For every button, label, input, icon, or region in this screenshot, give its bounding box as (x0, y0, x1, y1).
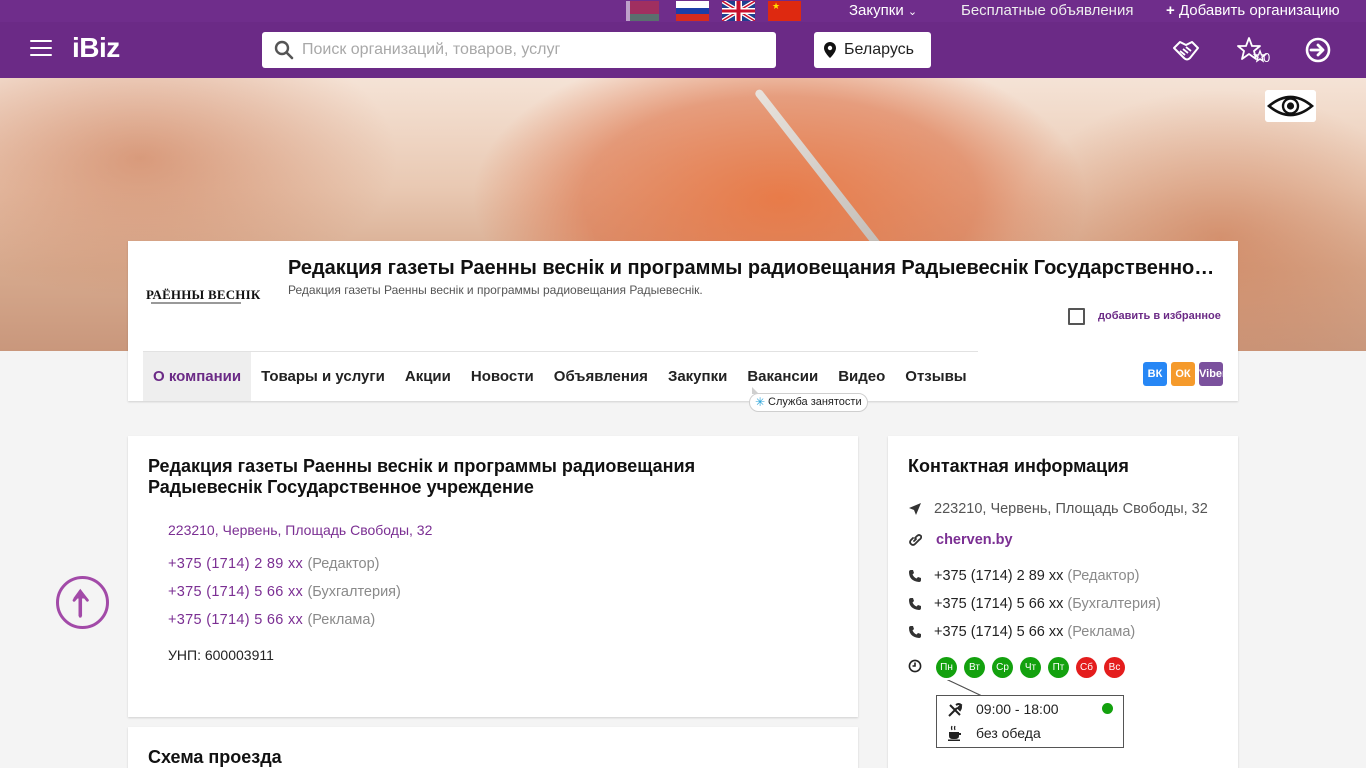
phone-note: (Редактор) (307, 556, 380, 572)
phone-note: (Реклама) (307, 612, 376, 628)
flag-gb-icon[interactable] (722, 1, 755, 21)
phone-number[interactable]: +375 (1714) 5 66 xx (934, 596, 1063, 612)
open-status-indicator (1102, 703, 1113, 714)
tab-about[interactable]: О компании (143, 352, 252, 401)
day-badge[interactable]: Чт (1020, 657, 1041, 678)
coffee-icon (948, 725, 961, 741)
ok-share-icon[interactable]: ОК (1171, 362, 1195, 386)
contact-address-text: 223210, Червень, Площадь Свободы, 32 (934, 501, 1208, 517)
website-link[interactable]: cherven.by (936, 530, 1013, 550)
phone-note: (Бухгалтерия) (1067, 596, 1161, 612)
work-hours: 09:00 - 18:00 (976, 701, 1059, 717)
day-badge[interactable]: Вс (1104, 657, 1125, 678)
phone-link[interactable]: +375 (1714) 5 66 xx (Бухгалтерия) (168, 584, 401, 600)
link-icon (909, 534, 922, 546)
handshake-icon[interactable] (1171, 36, 1201, 66)
favorites-count: 0 (1263, 50, 1271, 65)
day-badge[interactable]: Вт (964, 657, 985, 678)
phone-number[interactable]: +375 (1714) 5 66 xx (168, 612, 303, 628)
route-map-panel: Схема проезда (128, 727, 858, 768)
search-box (262, 32, 776, 68)
chevron-down-icon: ⌄ (907, 6, 918, 18)
phone-icon (909, 598, 921, 610)
add-organization-label: Добавить организацию (1178, 2, 1340, 19)
sparkle-icon: ✳ (755, 395, 766, 409)
working-days: Пн Вт Ср Чт Пт Сб Вс (936, 657, 1132, 678)
company-info-panel: Редакция газеты Раенны веснік и программ… (128, 436, 858, 717)
country-label: Беларусь (844, 41, 914, 58)
phone-number[interactable]: +375 (1714) 2 89 xx (934, 568, 1063, 584)
contact-phone-text[interactable]: +375 (1714) 5 66 xx (Реклама) (934, 622, 1135, 642)
address-link[interactable]: 223210, Червень, Площадь Свободы, 32 (168, 522, 432, 538)
menu-icon[interactable] (30, 40, 52, 56)
company-logo: РАЁННЫ ВЕСНІК (143, 241, 260, 351)
tools-icon (948, 703, 963, 717)
phone-link[interactable]: +375 (1714) 2 89 xx (Редактор) (168, 556, 380, 572)
hours-tooltip: 09:00 - 18:00 без обеда (936, 680, 1124, 748)
unp-value: УНП: 600003911 (168, 647, 274, 663)
vk-share-icon[interactable]: ВК (1143, 362, 1167, 386)
employment-service-badge[interactable]: ✳ Служба занятости (749, 387, 868, 412)
phone-number[interactable]: +375 (1714) 5 66 xx (934, 624, 1063, 640)
plus-icon: + (1166, 2, 1175, 19)
company-card: РАЁННЫ ВЕСНІК Редакция газеты Раенны вес… (128, 241, 1238, 401)
day-badge[interactable]: Сб (1076, 657, 1097, 678)
day-badge[interactable]: Ср (992, 657, 1013, 678)
day-badge[interactable]: Пт (1048, 657, 1069, 678)
employment-service-label: Служба занятости (768, 396, 862, 408)
company-logo-text: РАЁННЫ ВЕСНІК (146, 287, 261, 302)
tab-reviews[interactable]: Отзывы (895, 352, 976, 401)
tab-purchases[interactable]: Закупки (658, 352, 737, 401)
phone-link[interactable]: +375 (1714) 5 66 xx (Реклама) (168, 612, 375, 628)
tab-news[interactable]: Новости (461, 352, 544, 401)
add-organization-link[interactable]: + Добавить организацию (1166, 1, 1340, 21)
phone-icon (909, 626, 921, 638)
contact-phone-text[interactable]: +375 (1714) 2 89 xx (Редактор) (934, 566, 1140, 586)
eye-icon[interactable] (1265, 90, 1316, 122)
info-heading: Редакция газеты Раенны веснік и программ… (148, 456, 696, 497)
country-selector[interactable]: Беларусь (814, 32, 931, 68)
phone-note: (Реклама) (1067, 624, 1136, 640)
logo-underline (151, 302, 241, 304)
tab-ads[interactable]: Объявления (544, 352, 658, 401)
contact-panel: Контактная информация 223210, Червень, П… (888, 436, 1238, 768)
viber-share-icon[interactable]: Viber (1199, 362, 1226, 386)
contact-phone-text[interactable]: +375 (1714) 5 66 xx (Бухгалтерия) (934, 594, 1161, 614)
free-ads-link[interactable]: Бесплатные объявления (961, 1, 1133, 21)
contact-heading: Контактная информация (908, 456, 1129, 476)
tab-promotions[interactable]: Акции (395, 352, 461, 401)
add-favorite-label: добавить в избранное (1098, 310, 1221, 322)
top-header: ★ Закупки ⌄ Бесплатные объявления + Доба… (0, 0, 1366, 78)
search-input[interactable] (302, 32, 762, 68)
scroll-up-icon[interactable] (56, 576, 109, 629)
day-badge[interactable]: Пн (936, 657, 957, 678)
phone-note: (Бухгалтерия) (307, 584, 401, 600)
flag-cn-icon[interactable]: ★ (768, 1, 801, 21)
checkbox-icon[interactable] (1068, 308, 1085, 325)
site-logo[interactable]: iBiz (72, 32, 120, 64)
purchases-label: Закупки (849, 2, 904, 19)
purchases-menu[interactable]: Закупки ⌄ (849, 1, 917, 22)
login-icon[interactable] (1303, 36, 1333, 66)
flag-by-icon[interactable] (626, 1, 659, 21)
company-title: Редакция газеты Раенны веснік и программ… (288, 257, 1223, 279)
phone-number[interactable]: +375 (1714) 2 89 xx (168, 556, 303, 572)
map-heading: Схема проезда (148, 747, 282, 767)
navigation-arrow-icon (909, 503, 921, 515)
company-subtitle: Редакция газеты Раенны веснік и программ… (288, 283, 703, 297)
tab-products[interactable]: Товары и услуги (251, 352, 395, 401)
lunch-info: без обеда (976, 725, 1041, 741)
phone-number[interactable]: +375 (1714) 5 66 xx (168, 584, 303, 600)
clock-icon (908, 659, 922, 673)
search-icon (274, 40, 294, 60)
map-pin-icon (824, 42, 836, 58)
phone-icon (909, 570, 921, 582)
phone-note: (Редактор) (1067, 568, 1140, 584)
flag-ru-icon[interactable] (676, 1, 709, 21)
